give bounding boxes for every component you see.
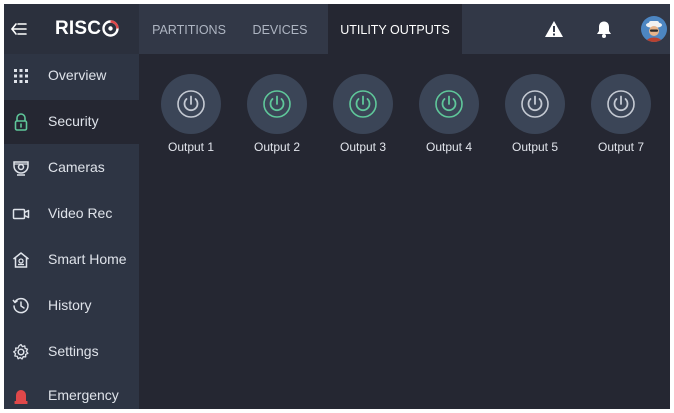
- output-tile[interactable]: Output 4: [406, 74, 492, 164]
- output-toggle-button[interactable]: [161, 74, 221, 134]
- tab-utility-outputs[interactable]: UTILITY OUTPUTS: [328, 4, 462, 54]
- sidebar-item-settings[interactable]: Settings: [4, 330, 139, 374]
- output-toggle-button[interactable]: [419, 74, 479, 134]
- sidebar-item-label: Settings: [48, 343, 99, 359]
- output-label: Output 3: [339, 140, 387, 154]
- avatar[interactable]: [641, 16, 667, 42]
- sidebar-item-overview[interactable]: Overview: [4, 54, 139, 98]
- sidebar-item-cameras[interactable]: Cameras: [4, 146, 139, 190]
- sidebar-item-label: Overview: [48, 67, 107, 83]
- gear-icon: [13, 343, 29, 360]
- power-icon: [607, 90, 635, 118]
- output-toggle-button[interactable]: [247, 74, 307, 134]
- output-label: Output 4: [425, 140, 473, 154]
- collapse-menu-icon[interactable]: [10, 20, 28, 38]
- output-toggle-button[interactable]: [333, 74, 393, 134]
- power-icon: [177, 90, 205, 118]
- lock-icon: [14, 113, 28, 131]
- grid-icon: [14, 69, 28, 83]
- output-label: Output 7: [597, 140, 645, 154]
- home-icon: [13, 252, 29, 268]
- sidebar-item-label: History: [48, 297, 92, 313]
- output-tile[interactable]: Output 3: [320, 74, 406, 164]
- warning-icon[interactable]: [544, 19, 564, 39]
- sidebar-item-emergency[interactable]: Emergency: [4, 374, 139, 409]
- risco-logo: RISC: [55, 18, 102, 39]
- bell-icon[interactable]: [594, 19, 614, 39]
- output-label: Output 1: [167, 140, 215, 154]
- output-toggle-button[interactable]: [505, 74, 565, 134]
- camera-icon: [13, 161, 29, 176]
- siren-icon: [14, 390, 28, 404]
- output-tile[interactable]: Output 5: [492, 74, 578, 164]
- sidebar: RISC Overview Security Cameras Video Rec…: [4, 4, 139, 409]
- brand-header: RISC: [4, 4, 139, 54]
- top-bar: PARTITIONS DEVICES UTILITY OUTPUTS: [139, 4, 670, 54]
- power-icon: [263, 90, 291, 118]
- sidebar-item-security[interactable]: Security: [4, 100, 139, 144]
- output-label: Output 5: [511, 140, 559, 154]
- tab-partitions[interactable]: PARTITIONS: [139, 4, 239, 54]
- sidebar-item-smart-home[interactable]: Smart Home: [4, 238, 139, 282]
- sidebar-item-label: Security: [48, 113, 99, 129]
- power-icon: [521, 90, 549, 118]
- power-icon: [435, 90, 463, 118]
- output-label: Output 2: [253, 140, 301, 154]
- sidebar-item-label: Cameras: [48, 159, 105, 175]
- power-icon: [349, 90, 377, 118]
- history-icon: [12, 297, 29, 314]
- tab-devices[interactable]: DEVICES: [239, 4, 321, 54]
- user-avatar-icon: [641, 16, 667, 42]
- app-frame: RISC Overview Security Cameras Video Rec…: [4, 4, 670, 409]
- video-icon: [12, 208, 30, 220]
- sidebar-item-video-rec[interactable]: Video Rec: [4, 192, 139, 236]
- sidebar-item-label: Emergency: [48, 387, 119, 403]
- sidebar-item-label: Video Rec: [48, 205, 113, 221]
- output-toggle-button[interactable]: [591, 74, 651, 134]
- sidebar-item-label: Smart Home: [48, 251, 127, 267]
- logo-swirl-icon: [102, 20, 119, 37]
- output-tile[interactable]: Output 2: [234, 74, 320, 164]
- output-tile[interactable]: Output 1: [148, 74, 234, 164]
- output-tile[interactable]: Output 7: [578, 74, 664, 164]
- sidebar-item-history[interactable]: History: [4, 284, 139, 328]
